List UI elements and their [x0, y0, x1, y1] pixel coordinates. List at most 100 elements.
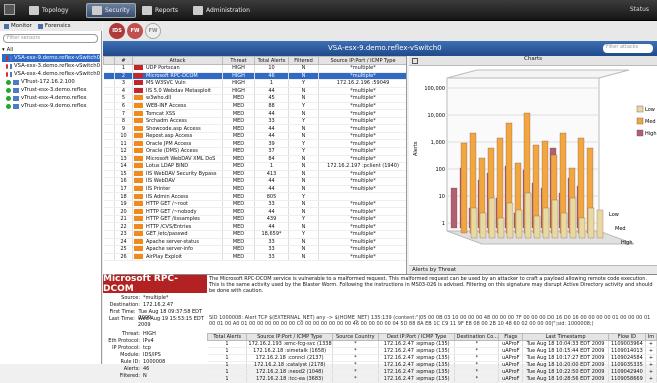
info-key: Destination:: [109, 302, 140, 308]
attack-field: N: [288, 245, 319, 254]
disabled-button[interactable]: FW: [145, 23, 161, 39]
attack-row[interactable]: 23 GET /etc/passwd MED 18,659* Y *multiple*: [103, 230, 406, 239]
chart-type-icon[interactable]: [412, 58, 418, 64]
flow-field: Tue Aug 18 10:22:50 EDT 2009: [522, 368, 609, 376]
ids-button[interactable]: IDS: [109, 23, 125, 39]
sensor-filter-input[interactable]: Filter sensors: [3, 34, 98, 43]
flow-field[interactable]: +: [645, 375, 657, 383]
column-header[interactable]: #: [114, 56, 133, 65]
flow-column-header[interactable]: Im: [644, 333, 657, 341]
tab-forensics[interactable]: Forensics: [37, 23, 71, 29]
sensor-tree-item[interactable]: vTrust-esx-4.demo.reflex: [2, 94, 100, 102]
attack-row[interactable]: 7 Tomcat XSS MED 44 N *multiple*: [103, 109, 406, 118]
attack-field: N: [288, 170, 319, 179]
flow-row[interactable]: 1 172.16.2.18 :tcc-ea (3683) * 172.16.2.47 …: [207, 375, 657, 383]
attack-field: Y: [288, 230, 319, 239]
info-key: Last Time:: [108, 316, 135, 322]
attack-field: *multiple*: [318, 200, 406, 209]
flow-column-header[interactable]: Source Country: [331, 333, 379, 341]
attack-row[interactable]: 8 Srchadm Access MED 33 Y *multiple*: [103, 117, 406, 126]
attack-row[interactable]: 21 HTTP GET /iissamples MED 439 Y *multiple*: [103, 215, 406, 224]
row-marker: [103, 177, 115, 186]
attack-row[interactable]: 24 Apache server-status MED 33 N *multiple*: [103, 238, 406, 247]
attack-row[interactable]: 15 IIS WebDAV Security Bypass MED 413 N *mult…: [103, 170, 406, 179]
attack-row[interactable]: 17 IIS Printer MED 44 N *multiple*: [103, 185, 406, 194]
info-value: HIGH: [143, 331, 156, 337]
flow-column-header[interactable]: Dest IP:Port / ICMP Type: [377, 333, 456, 341]
sensor-tree-item[interactable]: VTrust-172.16.2.100: [2, 78, 100, 86]
attack-field: 33: [254, 245, 289, 254]
attack-row[interactable]: 9 Showcode.asp Access MED 44 N *multiple*: [103, 124, 406, 133]
column-header[interactable]: Source IP:Port / ICMP Type: [318, 56, 406, 65]
sensor-tree-item[interactable]: VSA-esx-9.demo.reflex-vSwitch0: [2, 54, 100, 62]
attack-row[interactable]: 19 HTTP GET /~root MED 33 N *multiple*: [103, 200, 406, 209]
attack-name: Showcode.asp Access: [146, 125, 201, 132]
flow-row[interactable]: 1 172.16.2.193 :emc-fcg-svc (1338) * 172.16…: [207, 340, 657, 348]
flow-field: 172.16.2.18 :conncl (2137): [246, 354, 333, 362]
flow-field[interactable]: +: [645, 354, 657, 362]
fw-button[interactable]: FW: [127, 23, 143, 39]
flow-column-header[interactable]: Flags: [498, 333, 524, 341]
flow-row[interactable]: 1 172.16.2.18 :catalyst (2178) * 172.16.2.4…: [207, 361, 657, 369]
attack-row[interactable]: 25 Apache server-info MED 33 N *multiple*: [103, 245, 406, 254]
attack-row[interactable]: 1 UDP Portscan HIGH 10 N *multiple*: [103, 64, 406, 73]
attack-row[interactable]: 2 Microsoft RPC-DCOM HIGH 46 N *multiple*: [103, 72, 406, 81]
attack-name: Lotus LDAP BIND: [146, 163, 189, 170]
sensor-tree-item[interactable]: vTrust-esx-9.demo.reflex: [2, 102, 100, 110]
attack-row[interactable]: 13 Microsoft WebDAV XML DoS MED 84 N *multipl…: [103, 155, 406, 164]
flow-field[interactable]: +: [645, 368, 657, 376]
column-header[interactable]: Threat: [222, 56, 255, 65]
flow-row[interactable]: 1 172.16.2.18 :neod2 (1048) * 172.16.2.47 :…: [207, 368, 657, 376]
attack-field: 10: [254, 64, 289, 73]
nav-administration[interactable]: Administration: [188, 3, 255, 18]
attack-title: Microsoft RPC-DCOM: [103, 274, 207, 294]
flow-row[interactable]: 1 172.16.2.18 :conncl (2137) * 172.16.2.47 …: [207, 354, 657, 362]
flow-row[interactable]: 1 172.16.2.18 :simetalk (1658) * 172.16.2.4…: [207, 347, 657, 355]
flow-column-header[interactable]: Total Alerts: [206, 333, 248, 341]
attack-row[interactable]: 18 IIS Admin Access MED 805 Y: [103, 192, 406, 201]
flow-column-header[interactable]: Source IP:Port / ICMP Type: [246, 333, 333, 341]
flow-column-header[interactable]: Destination Co...: [454, 333, 500, 341]
flow-field[interactable]: +: [645, 340, 657, 348]
tab-monitor[interactable]: Monitor: [4, 23, 32, 29]
flow-field: uAProF: [498, 375, 524, 383]
attack-row[interactable]: 12 Oracle (DMS) Access MED 37 Y *multiple*: [103, 147, 406, 156]
attack-row[interactable]: 4 IIS 5.0 Webdav Metasploit HIGH 44 N *multip…: [103, 87, 406, 96]
row-number: 5: [114, 94, 133, 103]
flow-field[interactable]: +: [645, 347, 657, 355]
attack-row[interactable]: 11 Oracle JPM Access MED 39 Y *multiple*: [103, 139, 406, 148]
attack-row[interactable]: 20 HTTP GET /~nobody MED 44 N *multiple*: [103, 207, 406, 216]
nav-reports[interactable]: Reports: [137, 3, 183, 18]
status-label[interactable]: Status: [630, 6, 649, 13]
column-header[interactable]: Attack: [132, 56, 223, 65]
flow-field[interactable]: +: [645, 361, 657, 369]
attack-row[interactable]: 22 HTTP /CVS/Entries MED 44 N *multiple*: [103, 222, 406, 232]
attack-row[interactable]: 10 Repost.asp Access MED 44 N *multiple*: [103, 132, 406, 141]
attack-row[interactable]: 3 MS W3SVC Vuln HIGH 1 Y 172.16.2.196 :59049: [103, 79, 406, 88]
flow-column-header[interactable]: Last Timestamp: [522, 333, 609, 341]
attack-filter-input[interactable]: Filter attacks: [603, 44, 653, 53]
attack-row[interactable]: 5 w3who.dll MED 45 N *multiple*: [103, 94, 406, 103]
expand-icon[interactable]: ▾: [2, 47, 5, 53]
nav-security[interactable]: Security: [86, 3, 136, 18]
chart-tab-alerts-by-threat[interactable]: Alerts by Threat: [409, 265, 657, 274]
sensor-tree-item[interactable]: ▾ All: [2, 46, 100, 54]
sensor-label: VSA-esx-3.demo.reflex-vSwitch0: [14, 63, 100, 69]
attack-row[interactable]: 14 Lotus LDAP BIND MED 1 N 172.16.2.197 :pcli…: [103, 162, 406, 171]
status-icon: [6, 87, 11, 93]
attack-row[interactable]: 26 AirPlay Exploit MED 33 N *multiple*: [103, 253, 406, 262]
chart-bar: [506, 202, 514, 239]
sensor-tree-item[interactable]: VSA-esx-3.demo.reflex-vSwitch0: [2, 62, 100, 70]
attack-field: 1: [254, 162, 289, 171]
attack-field: N: [288, 64, 319, 73]
flow-column-header[interactable]: Flow ID: [607, 333, 646, 341]
nav-topology[interactable]: Topology: [24, 3, 74, 18]
sensor-tree-item[interactable]: vTrust-esx-3.demo.reflex: [2, 86, 100, 94]
column-header[interactable]: Total Alerts: [254, 56, 289, 65]
sensor-tree-item[interactable]: VSA-esx-4.demo.reflex-vSwitch0: [2, 70, 100, 78]
sort-handle[interactable]: [103, 56, 115, 65]
column-header[interactable]: Filtered: [288, 56, 319, 65]
info-row: IP Protocol: tcp: [103, 345, 207, 352]
attack-row[interactable]: 6 WEB-INF Access MED 88 Y *multiple*: [103, 102, 406, 111]
attack-row[interactable]: 16 IIS WebDAV MED 44 N *multiple*: [103, 177, 406, 186]
